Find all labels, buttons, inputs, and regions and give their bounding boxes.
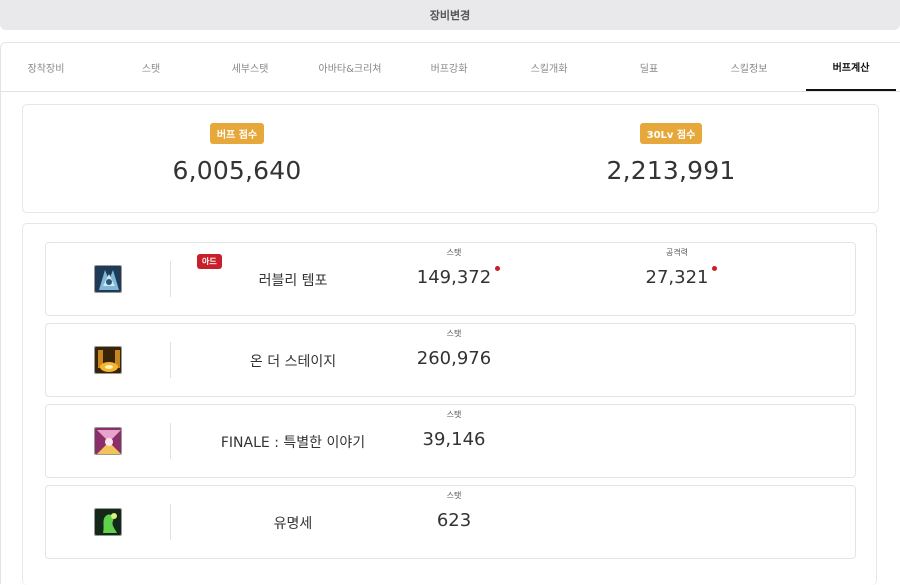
tab-skill-info[interactable]: 스킬정보 [704, 43, 794, 92]
attack-block: 공격력 27,321 [607, 247, 747, 288]
lv30-score-value: 2,213,991 [606, 156, 736, 185]
stat-block: 스탯 623 [384, 490, 524, 531]
score-summary: 버프 점수 6,005,640 30Lv 점수 2,213,991 [22, 104, 879, 213]
on-the-stage-icon [94, 346, 122, 374]
lovely-tempo-icon [94, 265, 122, 293]
equipment-change-label: 장비변경 [429, 9, 471, 22]
lv30-score: 30Lv 점수 2,213,991 [521, 123, 821, 185]
stat-block: 스탯 260,976 [384, 328, 524, 369]
stat-value: 149,372 [416, 267, 492, 288]
stat-label: 스탯 [446, 410, 462, 419]
stat-label: 스탯 [446, 248, 462, 257]
tab-equipment[interactable]: 장착장비 [1, 43, 91, 92]
skill-card-fame: 유명세 스탯 623 [45, 485, 856, 559]
tab-skill-bloom[interactable]: 스킬개화 [504, 43, 594, 92]
attack-value: 27,321 [645, 267, 709, 288]
skill-card-finale: FINALE : 특별한 이야기 스탯 39,146 [45, 404, 856, 478]
tab-stats[interactable]: 스탯 [106, 43, 196, 92]
stat-value-wrap: 149,372 [416, 266, 501, 288]
stat-value: 260,976 [416, 348, 492, 369]
buff-score-badge: 버프 점수 [209, 123, 265, 144]
fame-icon [94, 508, 122, 536]
stat-label: 스탯 [446, 491, 462, 500]
changed-dot [712, 266, 718, 271]
tab-bar: 장착장비 스탯 세부스탯 아바타&크리쳐 버프강화 스킬개화 딜표 스킬정보 버… [1, 43, 900, 92]
tab-damage-table[interactable]: 딜표 [604, 43, 694, 92]
skill-card-on-the-stage: 온 더 스테이지 스탯 260,976 [45, 323, 856, 397]
equipment-change-bar[interactable]: 장비변경 [0, 0, 900, 30]
main-panel: 장착장비 스탯 세부스탯 아바타&크리쳐 버프강화 스킬개화 딜표 스킬정보 버… [0, 42, 900, 585]
attack-label: 공격력 [665, 248, 689, 257]
skill-name: 러블리 템포 [258, 273, 328, 289]
attack-value-wrap: 27,321 [645, 266, 718, 288]
skill-card-lovely-tempo: 아드 러블리 템포 스탯 149,372 공격력 27,321 [45, 242, 856, 316]
changed-dot [495, 266, 501, 271]
tab-avatar-creature[interactable]: 아바타&크리쳐 [305, 43, 395, 92]
tab-buff-enhance[interactable]: 버프강화 [404, 43, 494, 92]
lv30-score-badge: 30Lv 점수 [639, 123, 703, 144]
tab-detail-stats[interactable]: 세부스탯 [205, 43, 295, 92]
stat-block: 스탯 149,372 [384, 247, 524, 288]
buff-score: 버프 점수 6,005,640 [87, 123, 387, 185]
stat-value: 623 [436, 510, 472, 531]
stat-label: 스탯 [446, 329, 462, 338]
stat-value: 39,146 [422, 429, 486, 450]
buff-score-value: 6,005,640 [172, 156, 302, 185]
skill-list: 아드 러블리 템포 스탯 149,372 공격력 27,321 온 더 스테이지… [22, 223, 877, 585]
tab-buff-calc[interactable]: 버프계산 [806, 43, 896, 91]
finale-icon [94, 427, 122, 455]
skill-name: FINALE : 특별한 이야기 [220, 435, 366, 451]
stat-block: 스탯 39,146 [384, 409, 524, 450]
skill-name: 온 더 스테이지 [249, 354, 337, 370]
skill-name: 유명세 [273, 516, 313, 532]
